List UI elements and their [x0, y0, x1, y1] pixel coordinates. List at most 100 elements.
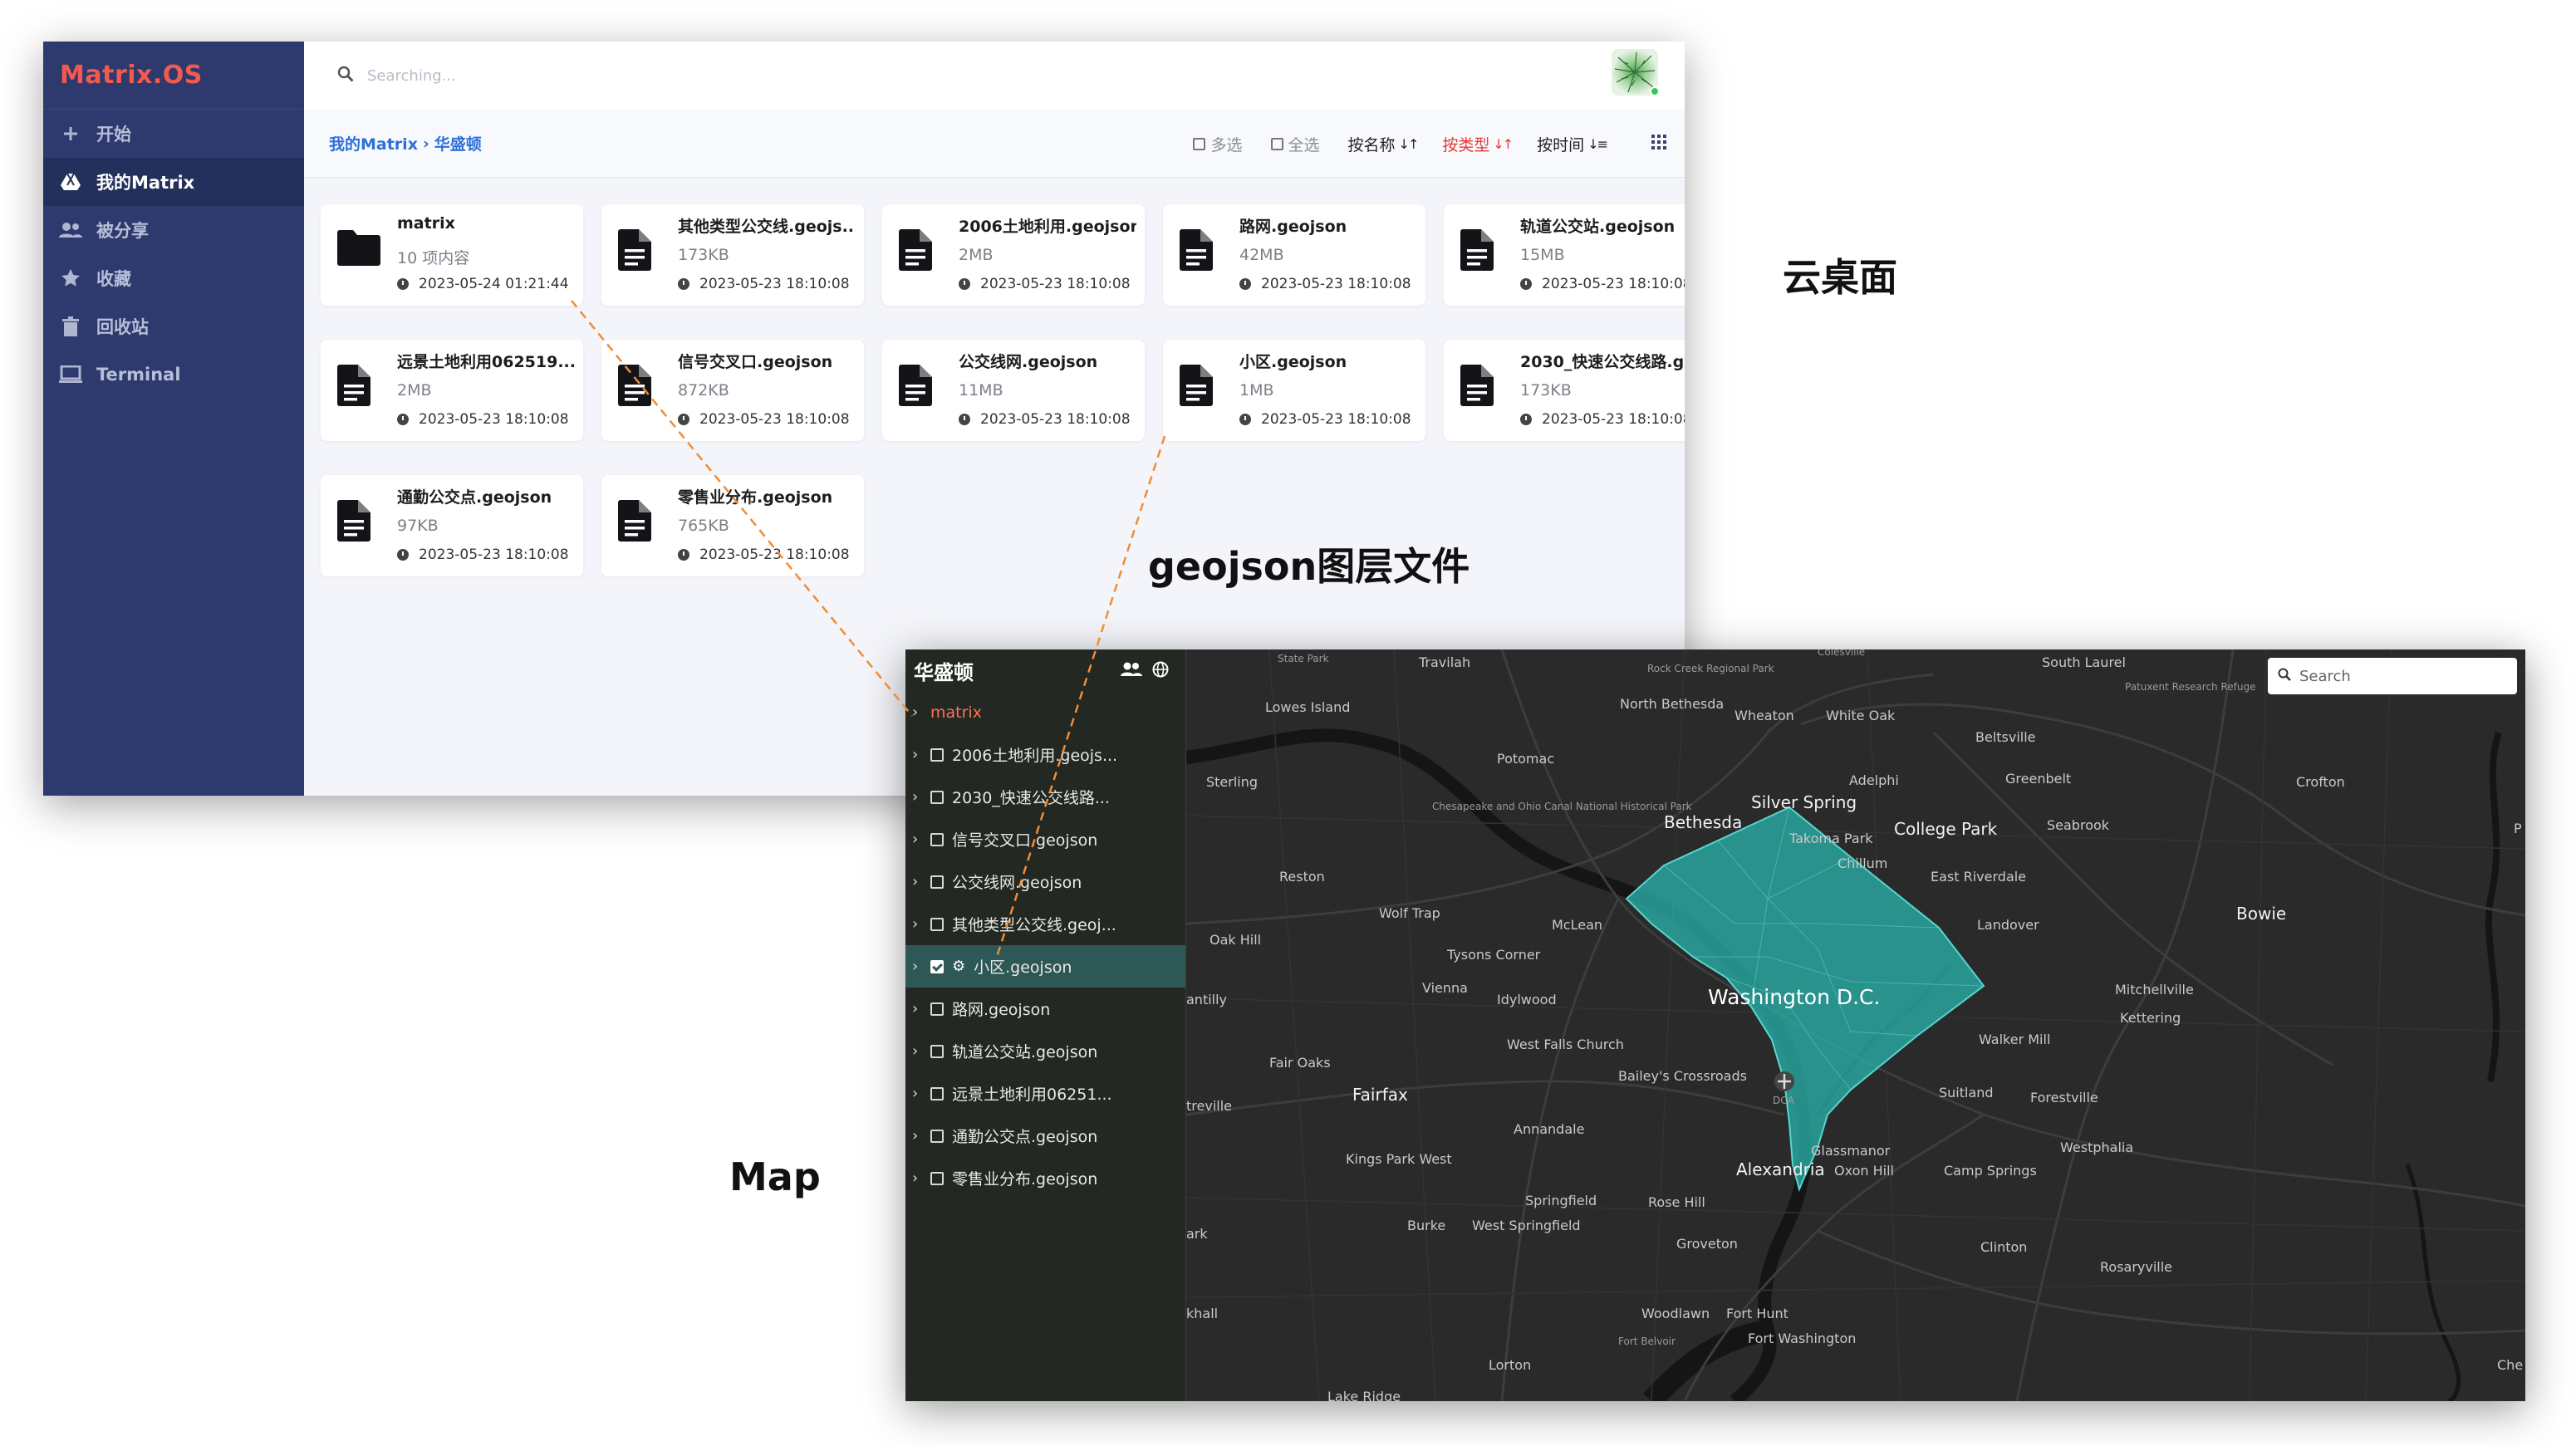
place-label: P	[2514, 821, 2522, 836]
chevron-right-icon[interactable]: ›	[912, 1127, 924, 1145]
file-card[interactable]: 零售业分布.geojson 765KB 2023-05-23 18:10:08	[601, 475, 864, 576]
chevron-right-icon[interactable]: ›	[912, 1042, 924, 1060]
file-name: 其他类型公交线.geojs...	[678, 218, 856, 236]
grid-view-icon[interactable]	[1651, 134, 1666, 154]
layer-folder-matrix[interactable]: › matrix	[905, 691, 1185, 733]
layer-item[interactable]: › 信号交叉口.geojson	[905, 818, 1185, 860]
layer-visibility-checkbox[interactable]	[930, 1002, 944, 1016]
chevron-right-icon[interactable]: ›	[912, 788, 924, 806]
layer-visibility-checkbox[interactable]	[930, 748, 944, 762]
place-label: North Bethesda	[1620, 696, 1725, 712]
map-search-input[interactable]: Search	[2268, 658, 2517, 694]
layer-item[interactable]: › 公交线网.geojson	[905, 860, 1185, 903]
place-label: Beltsville	[1975, 729, 2036, 745]
chevron-right-icon[interactable]: ›	[912, 958, 924, 975]
nav-item-start[interactable]: 开始	[43, 110, 304, 158]
clock-icon	[678, 414, 689, 425]
place-label: Woodlawn	[1641, 1306, 1710, 1321]
gear-icon[interactable]: ⚙	[952, 958, 965, 975]
file-card[interactable]: 公交线网.geojson 11MB 2023-05-23 18:10:08	[882, 340, 1145, 441]
layer-item[interactable]: › 路网.geojson	[905, 988, 1185, 1030]
annotation-map: Map	[729, 1154, 821, 1199]
nav-item-my-matrix[interactable]: 我的Matrix	[43, 158, 304, 206]
globe-icon[interactable]	[1152, 661, 1169, 681]
file-card[interactable]: 2006土地利用.geojson 2MB 2023-05-23 18:10:08	[882, 204, 1145, 306]
file-card[interactable]: 通勤公交点.geojson 97KB 2023-05-23 18:10:08	[321, 475, 583, 576]
file-card[interactable]: 其他类型公交线.geojs... 173KB 2023-05-23 18:10:08	[601, 204, 864, 306]
place-label: College Park	[1894, 819, 1998, 839]
layer-visibility-checkbox[interactable]	[930, 1129, 944, 1143]
layer-visibility-checkbox[interactable]	[930, 1044, 944, 1058]
breadcrumb-current[interactable]: 华盛顿	[434, 132, 482, 154]
chevron-right-icon[interactable]: ›	[912, 746, 924, 763]
file-icon	[337, 365, 370, 409]
place-label: Bowie	[2236, 904, 2287, 924]
chevron-right-icon[interactable]: ›	[912, 1085, 924, 1102]
file-size: 10 项内容	[397, 249, 470, 267]
place-label: Oxon Hill	[1834, 1163, 1894, 1179]
people-icon[interactable]	[1121, 661, 1142, 681]
sort-by-type-button[interactable]: 按类型 ↓↑	[1442, 133, 1514, 155]
file-card[interactable]: 路网.geojson 42MB 2023-05-23 18:10:08	[1163, 204, 1425, 306]
file-card[interactable]: 轨道公交站.geojson 15MB 2023-05-23 18:10:08	[1444, 204, 1685, 306]
chevron-right-icon[interactable]: ›	[912, 1000, 924, 1017]
layer-visibility-checkbox[interactable]	[930, 959, 944, 973]
layer-visibility-checkbox[interactable]	[930, 875, 944, 889]
select-all-checkbox[interactable]: 全选	[1270, 133, 1320, 155]
file-date-text: 2023-05-23 18:10:08	[980, 276, 1131, 292]
file-card[interactable]: 小区.geojson 1MB 2023-05-23 18:10:08	[1163, 340, 1425, 441]
layer-visibility-checkbox[interactable]	[930, 1171, 944, 1185]
file-name: 远景土地利用062519....	[397, 353, 575, 371]
sort-by-time-button[interactable]: 按时间 ↓≡	[1537, 133, 1608, 155]
place-label: Bailey's Crossroads	[1618, 1068, 1747, 1084]
laptop-icon	[58, 362, 83, 387]
file-card[interactable]: 信号交叉口.geojson 872KB 2023-05-23 18:10:08	[601, 340, 864, 441]
chevron-right-icon[interactable]: ›	[912, 1169, 924, 1187]
chevron-right-icon[interactable]: ›	[912, 873, 924, 890]
file-name: 小区.geojson	[1239, 353, 1347, 371]
nav-item-trash[interactable]: 回收站	[43, 302, 304, 350]
layer-item[interactable]: › 远景土地利用06251...	[905, 1072, 1185, 1115]
file-date-text: 2023-05-23 18:10:08	[419, 547, 569, 563]
layer-item[interactable]: › 其他类型公交线.geoj...	[905, 903, 1185, 945]
layer-item[interactable]: › 零售业分布.geojson	[905, 1157, 1185, 1199]
breadcrumb-root[interactable]: 我的Matrix	[329, 132, 418, 154]
search-input[interactable]: Searching...	[337, 66, 456, 86]
nav-label: 被分享	[96, 221, 149, 241]
file-date: 2023-05-23 18:10:08	[397, 547, 569, 563]
layer-item[interactable]: › 2030_快速公交线路...	[905, 776, 1185, 818]
layer-visibility-checkbox[interactable]	[930, 917, 944, 931]
map-canvas[interactable]: Search State Park Travilah Colesville So…	[1186, 649, 2525, 1401]
sort-arrows-icon: ↓↑	[1493, 135, 1514, 152]
sort-by-name-button[interactable]: 按名称 ↓↑	[1348, 133, 1420, 155]
layer-item[interactable]: › ⚙ 小区.geojson	[905, 945, 1185, 988]
star-icon	[58, 266, 83, 291]
file-name: matrix	[397, 214, 455, 233]
river	[2405, 1164, 2461, 1401]
file-card[interactable]: 2030_快速公交线路.g... 173KB 2023-05-23 18:10:08	[1444, 340, 1685, 441]
nav-item-terminal[interactable]: Terminal	[43, 350, 304, 399]
place-label: Colesville	[1818, 649, 1866, 658]
place-label: ark	[1186, 1226, 1208, 1242]
nav-item-shared[interactable]: 被分享	[43, 206, 304, 254]
layer-item[interactable]: › 通勤公交点.geojson	[905, 1115, 1185, 1157]
folder-card[interactable]: matrix 10 项内容 2023-05-24 01:21:44	[321, 204, 583, 306]
multi-select-checkbox[interactable]: 多选	[1193, 133, 1243, 155]
file-card[interactable]: 远景土地利用062519.... 2MB 2023-05-23 18:10:08	[321, 340, 583, 441]
layer-visibility-checkbox[interactable]	[930, 1086, 944, 1100]
file-size: 173KB	[1520, 381, 1572, 399]
chevron-right-icon[interactable]: ›	[912, 915, 924, 933]
chevron-right-icon[interactable]: ›	[912, 703, 924, 721]
chevron-right-icon[interactable]: ›	[912, 831, 924, 848]
file-size: 765KB	[678, 517, 729, 535]
layer-visibility-checkbox[interactable]	[930, 832, 944, 846]
layer-item[interactable]: › 2006土地利用.geojs...	[905, 733, 1185, 776]
nav-item-favorites[interactable]: 收藏	[43, 254, 304, 302]
layer-visibility-checkbox[interactable]	[930, 790, 944, 804]
checkbox-icon	[1270, 137, 1283, 150]
layer-item[interactable]: › 轨道公交站.geojson	[905, 1030, 1185, 1072]
layer-label: 小区.geojson	[974, 958, 1072, 977]
place-label: Chesapeake and Ohio Canal National Histo…	[1432, 801, 1692, 812]
layer-panel: 华盛顿 › matrix › 2006土地利用.geojs... › 2030_快速公交线…	[905, 649, 1186, 1401]
place-label: Fair Oaks	[1269, 1055, 1331, 1071]
